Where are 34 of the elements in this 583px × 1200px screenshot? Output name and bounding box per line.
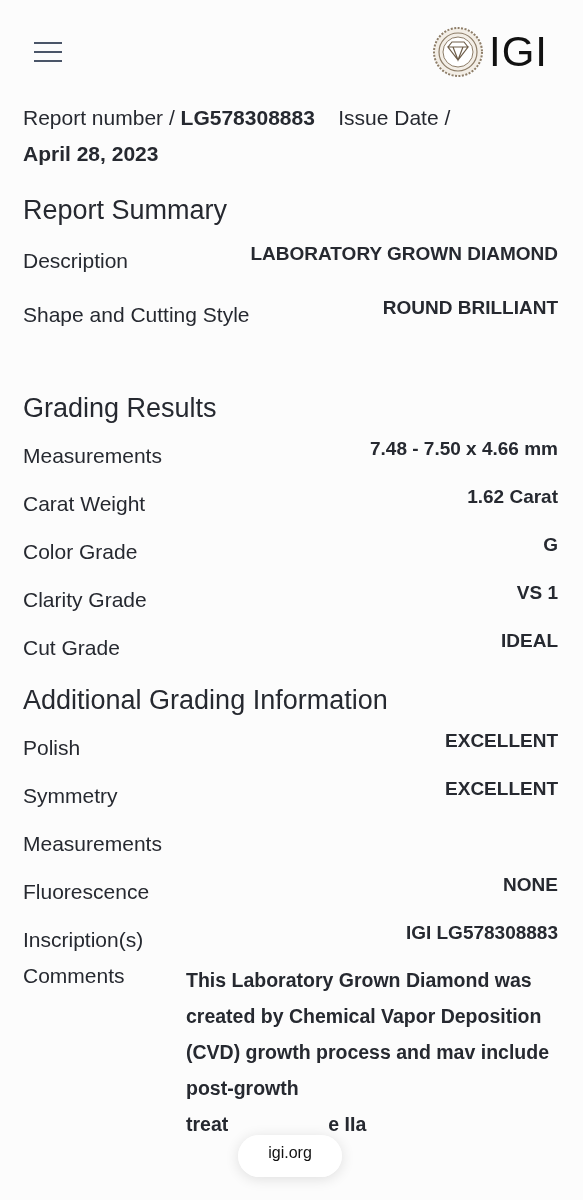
field-label: Symmetry (23, 783, 118, 808)
address-bar[interactable]: igi.org (238, 1135, 342, 1177)
field-value: IDEAL (501, 630, 558, 652)
field-value: ROUND BRILLIANT (382, 297, 558, 319)
field-label: Description (23, 248, 129, 273)
seal-logo-icon (433, 27, 483, 77)
comment-text: treat (186, 1112, 229, 1137)
field-value: EXCELLENT (445, 730, 558, 752)
field-label: Measurements (23, 831, 162, 856)
logo-text: IGI (489, 28, 548, 76)
field-value: 1.62 Carat (467, 486, 558, 508)
field-label: Comments (23, 963, 126, 989)
field-label: Shape and Cutting Style (23, 302, 250, 327)
field-label: Cut Grade (23, 635, 120, 660)
field-value: LABORATORY GROWN DIAMOND (250, 243, 558, 265)
field-value: G (543, 534, 558, 556)
field-value: IGI LG578308883 (405, 922, 558, 944)
section-title: Additional Grading Information (23, 684, 389, 717)
section-title: Report Summary (23, 194, 229, 227)
menu-icon[interactable] (33, 41, 63, 63)
field-label: Inscription(s) (23, 927, 144, 952)
report-info: Report number / LG578308883 Issue Date / April 28, 2023 (23, 105, 452, 167)
field-value: 7.48 - 7.50 x 4.66 mm (370, 438, 558, 460)
field-label: Color Grade (23, 539, 138, 564)
field-label: Polish (23, 735, 81, 760)
field-label: Clarity Grade (23, 587, 147, 612)
field-value: VS 1 (516, 582, 558, 604)
field-label: Fluorescence (23, 879, 150, 904)
field-value: EXCELLENT (445, 778, 558, 800)
field-label: Carat Weight (23, 491, 146, 516)
comment-text: e IIa (328, 1112, 367, 1137)
section-title: Grading Results (23, 392, 218, 425)
field-label: Measurements (23, 443, 162, 468)
field-value: NONE (503, 874, 558, 896)
